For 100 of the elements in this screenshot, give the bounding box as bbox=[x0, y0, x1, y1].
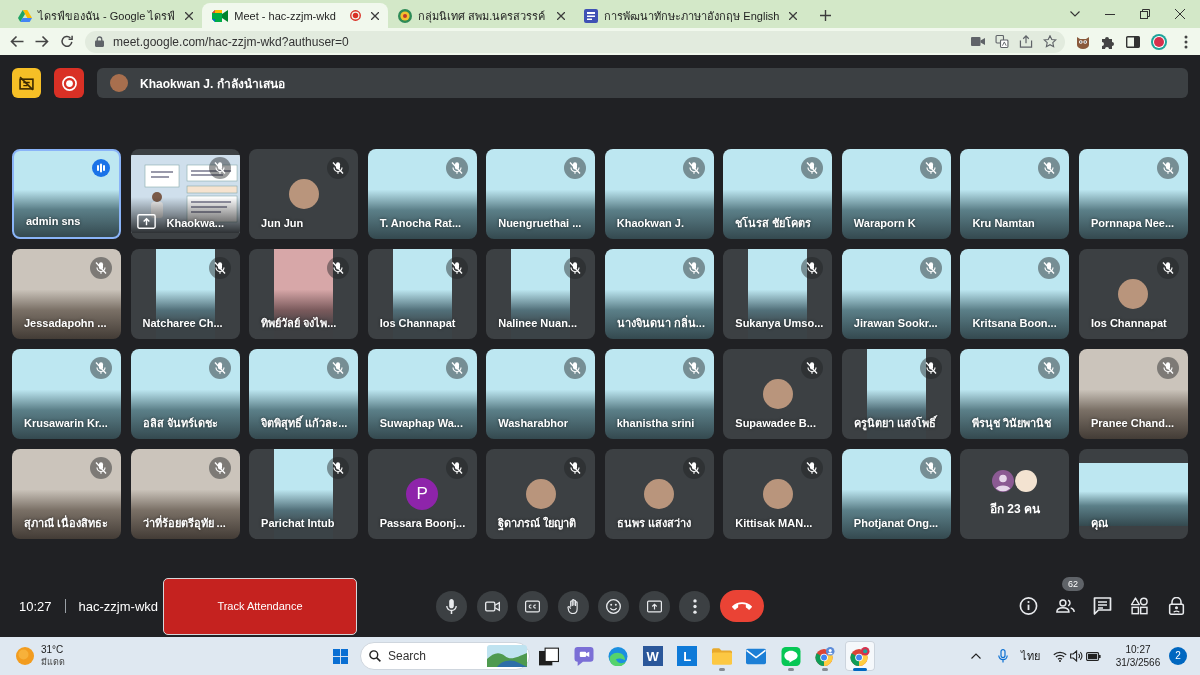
language-button[interactable]: ไทย bbox=[1021, 647, 1040, 665]
avatar-image bbox=[288, 179, 319, 209]
envelope-icon bbox=[746, 646, 767, 666]
people-icon[interactable] bbox=[1056, 597, 1075, 615]
forward-icon[interactable] bbox=[35, 35, 49, 48]
landscape-drawing bbox=[487, 645, 527, 667]
close-icon[interactable] bbox=[557, 11, 566, 20]
emoji-button[interactable] bbox=[598, 590, 629, 622]
more-options-button[interactable] bbox=[679, 590, 710, 622]
browser-tab[interactable]: การพัฒนาทักษะภาษาอังกฤษ English bbox=[574, 3, 807, 28]
participant-name: นางจินดนา กลิ่น... bbox=[616, 316, 705, 330]
speaker-icon[interactable] bbox=[1070, 650, 1083, 662]
participant-name: Photjanat Ong... bbox=[853, 516, 939, 530]
restore-icon[interactable] bbox=[1140, 9, 1150, 19]
browser-tab[interactable]: ไดรฟ์ของฉัน - Google ไดรฟ์ bbox=[8, 3, 203, 28]
layout-off-icon bbox=[19, 75, 34, 91]
emblem-icon bbox=[398, 8, 413, 23]
mic-off-icon bbox=[919, 257, 942, 279]
leave-call-button[interactable] bbox=[719, 590, 764, 622]
search-input[interactable]: Search bbox=[388, 649, 468, 663]
battery-icon[interactable] bbox=[1086, 651, 1101, 661]
back-icon[interactable] bbox=[10, 35, 24, 48]
reload-icon[interactable] bbox=[60, 35, 74, 48]
windows-logo-icon[interactable] bbox=[333, 648, 348, 664]
participant-name: จิตพิสุทธิ์ แก้วละ... bbox=[261, 416, 348, 430]
mic-off-icon bbox=[801, 357, 824, 379]
raise-hand-button[interactable] bbox=[557, 590, 589, 622]
mic-off-icon bbox=[682, 357, 705, 379]
notification-badge[interactable]: 2 bbox=[1169, 647, 1187, 665]
more-icon[interactable] bbox=[1184, 34, 1188, 49]
recording-button[interactable] bbox=[54, 68, 84, 98]
track-attendance-button[interactable]: Track Attendance bbox=[163, 577, 357, 635]
mic-off-icon bbox=[801, 457, 824, 479]
microphone-icon[interactable] bbox=[998, 649, 1008, 663]
recording-icon bbox=[350, 10, 362, 21]
search-icon bbox=[369, 650, 381, 662]
camera-button[interactable] bbox=[476, 590, 508, 622]
present-screen-icon bbox=[646, 598, 662, 614]
avatar-image bbox=[1015, 470, 1038, 492]
minimize-icon[interactable] bbox=[1105, 13, 1115, 15]
browser-tab[interactable]: กลุ่มนิเทศ สพม.นครสวรรค์ bbox=[388, 3, 575, 28]
present-screen-icon bbox=[136, 214, 156, 229]
participant-name: Kittisak MAN... bbox=[735, 516, 813, 530]
browser-logo-icon bbox=[815, 646, 836, 666]
mic-off-icon bbox=[90, 357, 113, 379]
participant-name: ธนพร แสงสว่าง bbox=[616, 516, 691, 530]
close-icon[interactable] bbox=[789, 11, 798, 20]
mic-off-icon bbox=[208, 457, 231, 479]
star-icon[interactable] bbox=[1043, 35, 1057, 48]
mic-off-icon bbox=[208, 157, 231, 179]
translate-icon[interactable] bbox=[995, 35, 1009, 48]
participant-name: Jirawan Sookr... bbox=[853, 316, 938, 330]
participant-name: Kritsana Boon... bbox=[972, 316, 1057, 330]
puzzle-icon[interactable] bbox=[1101, 34, 1115, 49]
participant-name: Sukanya Umso... bbox=[735, 316, 824, 330]
shapes-icon[interactable] bbox=[1130, 597, 1149, 615]
avatar-image bbox=[762, 379, 793, 409]
owl-icon[interactable] bbox=[1076, 34, 1090, 49]
share-icon[interactable] bbox=[1019, 35, 1033, 48]
side-panel-icon[interactable] bbox=[1126, 34, 1140, 49]
more-participants-text[interactable]: อีก 23 คน bbox=[989, 499, 1040, 518]
more-icon bbox=[692, 598, 697, 614]
close-icon[interactable] bbox=[1175, 9, 1185, 19]
browser-tab[interactable]: Meet - hac-zzjm-wkd bbox=[202, 3, 389, 28]
chevron-down-icon[interactable] bbox=[1070, 11, 1080, 17]
info-icon[interactable] bbox=[1019, 597, 1038, 615]
microphone-button[interactable] bbox=[436, 590, 467, 622]
record-icon bbox=[61, 75, 77, 91]
lock-person-icon[interactable] bbox=[1167, 597, 1186, 615]
profile-avatar-icon[interactable] bbox=[1151, 33, 1167, 50]
mic-off-icon bbox=[445, 157, 468, 179]
speech-bubble-icon bbox=[780, 646, 801, 666]
phone-hangup-icon bbox=[731, 602, 752, 610]
participant-name: ฐิดาภรณ์ ใยญาติ bbox=[498, 516, 577, 530]
mic-off-icon bbox=[1038, 357, 1061, 379]
participant-name: Nuengruethai ... bbox=[498, 216, 582, 230]
wifi-icon[interactable] bbox=[1053, 650, 1067, 662]
mic-off-icon bbox=[801, 257, 824, 279]
avatar-image bbox=[110, 74, 128, 92]
layout-button[interactable] bbox=[12, 68, 41, 98]
chevron-up-icon[interactable] bbox=[971, 653, 981, 659]
plus-icon[interactable] bbox=[820, 10, 832, 21]
address-field[interactable]: meet.google.com/hac-zzjm-wkd?authuser=0 bbox=[85, 30, 1065, 53]
captions-button[interactable] bbox=[517, 590, 548, 622]
weather-temperature: 31°C bbox=[41, 644, 65, 656]
close-icon[interactable] bbox=[371, 11, 380, 20]
running-indicator bbox=[852, 668, 867, 671]
search-field[interactable]: Search bbox=[360, 642, 530, 670]
participant-name: Krusawarin Kr... bbox=[24, 416, 108, 430]
chat-icon[interactable] bbox=[1093, 597, 1112, 615]
hand-icon bbox=[565, 598, 581, 614]
captions-icon bbox=[525, 598, 540, 614]
video-camera-icon[interactable] bbox=[971, 35, 985, 48]
mic-off-icon bbox=[919, 457, 942, 479]
close-icon[interactable] bbox=[185, 11, 194, 20]
present-button[interactable] bbox=[638, 590, 670, 622]
mic-off-icon bbox=[90, 257, 113, 279]
participant-name: Natcharee Ch... bbox=[142, 316, 223, 330]
participant-name: Suwaphap Wa... bbox=[379, 416, 463, 430]
mic-off-icon bbox=[327, 357, 350, 379]
